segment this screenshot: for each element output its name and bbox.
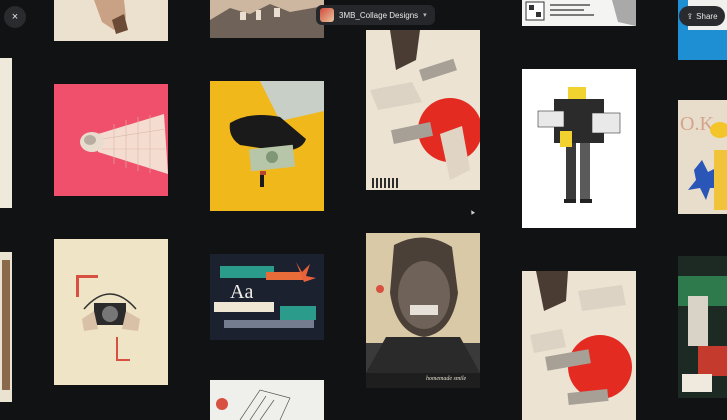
shoe-dollar-art — [229, 81, 324, 187]
architecture-art — [216, 389, 291, 420]
newspaper-figure-art — [537, 87, 621, 203]
pin-hands-red-circle-2[interactable] — [522, 271, 636, 420]
hand-illustration — [94, 0, 128, 34]
hands-circle-art-2 — [530, 271, 632, 406]
pin-left-edge-bottom[interactable] — [0, 252, 12, 402]
pin-newspaper-figure[interactable] — [522, 69, 636, 228]
poster-caption: homemade smile — [426, 376, 467, 382]
pin-pink-crumpled-paper[interactable] — [54, 84, 168, 196]
city-art — [210, 0, 324, 38]
aa-letters: Aa — [230, 281, 253, 303]
pin-fashion-ok[interactable]: O.K. — [678, 100, 727, 214]
fashion-art: O.K. — [680, 113, 727, 210]
pin-architecture-sketch[interactable] — [210, 380, 324, 420]
share-label: Share — [696, 11, 718, 21]
pin-aa-typography[interactable]: Aa — [210, 254, 324, 340]
board-thumbnail — [320, 8, 334, 22]
pin-qr-document[interactable] — [522, 0, 636, 26]
close-icon: × — [11, 11, 19, 23]
pin-hands-red-circle[interactable] — [366, 30, 480, 190]
pin-camera-hands[interactable] — [54, 239, 168, 385]
board-name: 3MB_Collage Designs — [339, 10, 419, 20]
dark-collage-art — [678, 276, 727, 392]
mouse-cursor: ▲ — [467, 207, 478, 218]
close-button[interactable]: × — [4, 6, 26, 28]
qr-document-art — [525, 0, 636, 26]
typography-collage: Aa — [214, 262, 316, 328]
crumpled-paper-art — [80, 114, 168, 174]
pin-politician-poster[interactable]: homemade smile — [366, 233, 480, 388]
poster-portrait-art — [366, 237, 480, 388]
share-button[interactable]: ⇪ Share — [679, 6, 725, 26]
share-icon: ⇪ — [686, 11, 694, 21]
pin-dark-collage-right[interactable] — [678, 256, 727, 398]
pin-hand-top[interactable] — [54, 0, 168, 41]
camera-hands-art — [76, 275, 140, 361]
board-selector[interactable]: 3MB_Collage Designs ▾ — [316, 5, 435, 25]
chevron-down-icon: ▾ — [423, 12, 427, 19]
pin-yellow-shoe-dollar[interactable] — [210, 81, 324, 211]
pin-left-edge-top[interactable] — [0, 58, 12, 208]
hands-circle-art — [370, 30, 480, 188]
pin-city-cliff[interactable] — [210, 0, 324, 38]
